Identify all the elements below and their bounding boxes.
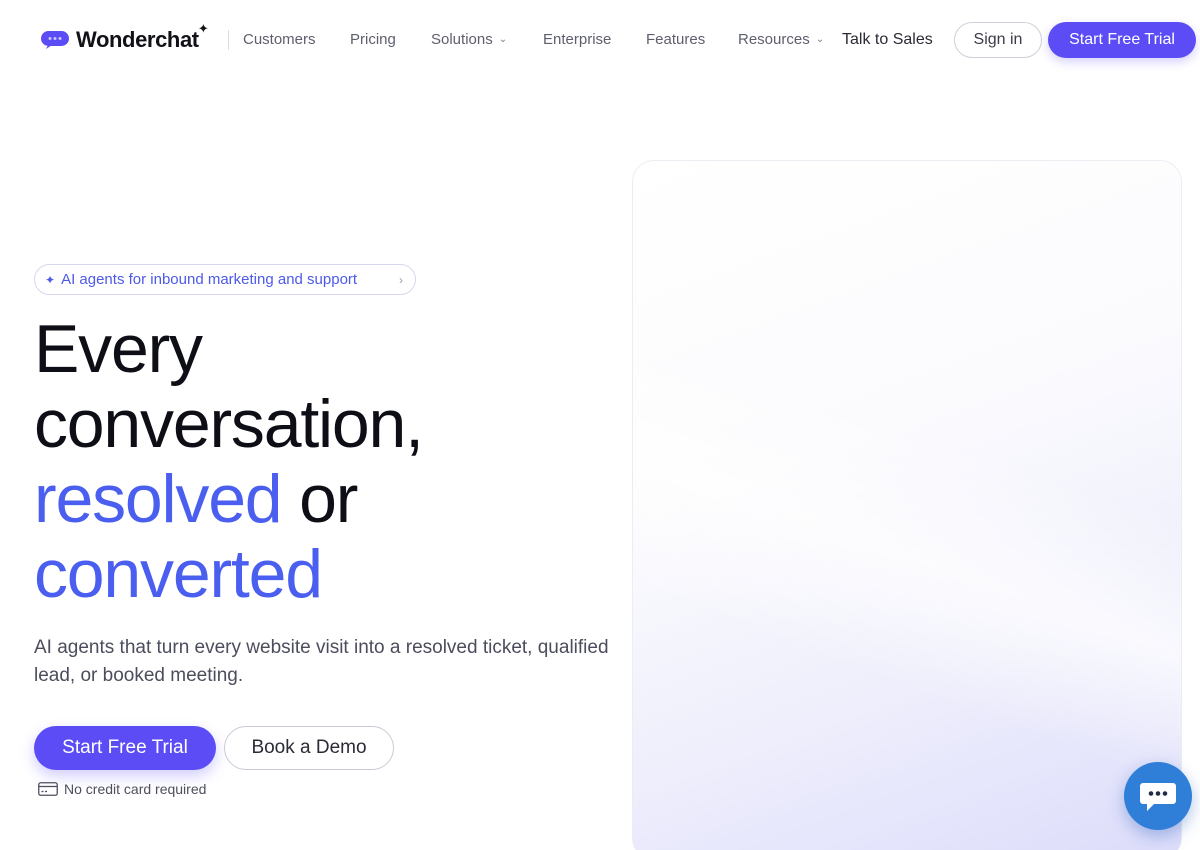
brand-logo[interactable]: Wonderchat ✦	[40, 22, 209, 56]
headline-line: resolved or	[34, 462, 614, 537]
chat-widget-button[interactable]	[1124, 762, 1192, 830]
nav-link-label: Resources	[738, 31, 810, 48]
nav-link-label: Customers	[243, 31, 316, 48]
sign-in-button[interactable]: Sign in	[954, 22, 1042, 58]
headline-text: or	[281, 461, 358, 537]
no-credit-card-note: No credit card required	[38, 778, 206, 800]
sparkle-icon: ✦	[45, 272, 56, 287]
hero-headline: Every conversation, resolved or converte…	[34, 312, 614, 612]
brand-name: Wonderchat	[76, 27, 199, 52]
hero-media-panel	[632, 160, 1182, 850]
headline-highlight: resolved	[34, 461, 283, 537]
book-demo-button[interactable]: Book a Demo	[224, 726, 394, 770]
top-navigation: Wonderchat ✦ Customers Pricing Solutions…	[0, 0, 1200, 80]
headline-line: conversation,	[34, 386, 424, 462]
headline-line: Every	[34, 311, 203, 387]
nav-link-features[interactable]: Features	[646, 30, 705, 50]
badge-label: AI agents for inbound marketing and supp…	[61, 271, 358, 288]
chat-widget-icon	[1140, 783, 1176, 811]
panel-gradient	[633, 161, 1181, 850]
credit-card-icon	[38, 782, 58, 796]
nav-link-label: Features	[646, 31, 706, 48]
nav-divider	[228, 30, 229, 50]
sparkle-icon: ✦	[197, 21, 209, 36]
chat-bubble-logo-icon	[41, 31, 69, 49]
nav-link-customers[interactable]: Customers	[243, 30, 316, 50]
start-free-trial-nav-button[interactable]: Start Free Trial	[1048, 22, 1196, 58]
talk-to-sales-link[interactable]: Talk to Sales	[842, 30, 933, 50]
headline-highlight: converted	[34, 536, 323, 612]
chevron-down-icon: ⌄	[815, 34, 825, 45]
hero-subtext: AI agents that turn every website visit …	[34, 637, 609, 686]
chevron-down-icon: ⌄	[498, 34, 508, 45]
nav-link-solutions[interactable]: Solutions ⌄	[431, 30, 507, 50]
nav-link-label: Enterprise	[543, 31, 612, 48]
nav-link-label: Pricing	[350, 31, 396, 48]
nav-link-pricing[interactable]: Pricing	[350, 30, 396, 50]
nav-link-resources[interactable]: Resources ⌄	[738, 30, 824, 50]
nav-link-label: Solutions	[431, 31, 493, 48]
announcement-badge[interactable]: ✦ AI agents for inbound marketing and su…	[34, 264, 416, 295]
chevron-right-icon: ›	[399, 272, 403, 287]
start-free-trial-button[interactable]: Start Free Trial	[34, 726, 216, 770]
nav-link-enterprise[interactable]: Enterprise	[543, 30, 611, 50]
note-label: No credit card required	[64, 781, 207, 797]
